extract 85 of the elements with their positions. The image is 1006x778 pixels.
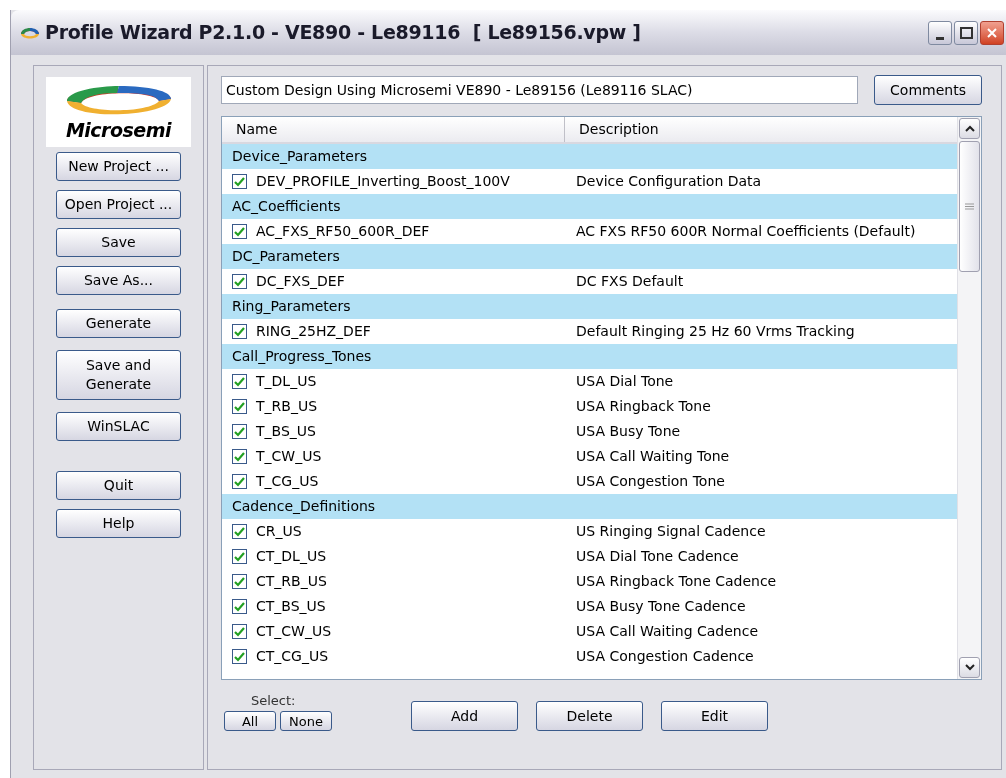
profile-name: DC_FXS_DEF xyxy=(256,272,346,291)
profile-name: T_CW_US xyxy=(256,447,323,466)
profile-name: CT_BS_US xyxy=(256,597,327,616)
profile-description: USA Congestion Tone xyxy=(576,472,725,491)
profile-description: DC FXS Default xyxy=(576,272,684,291)
window-title: Profile Wizard P2.1.0 - VE890 - Le89116 [ Le89156.vpw ] xyxy=(45,20,641,46)
profile-name: CT_RB_US xyxy=(256,572,328,591)
maximize-icon xyxy=(959,26,973,39)
sidebar-button[interactable]: Help xyxy=(56,509,181,538)
group-header[interactable]: Ring_Parameters xyxy=(222,294,957,319)
scroll-up-button[interactable] xyxy=(959,118,980,139)
profile-name: CT_CW_US xyxy=(256,622,333,641)
checkbox[interactable] xyxy=(232,624,247,639)
action-button[interactable]: Delete xyxy=(536,701,643,731)
group-header[interactable]: DC_Parameters xyxy=(222,244,957,269)
profile-description: USA Ringback Tone xyxy=(576,397,711,416)
sidebar-button[interactable]: Save xyxy=(56,228,181,257)
profile-description: USA Call Waiting Tone xyxy=(576,447,730,466)
close-button[interactable] xyxy=(980,20,1004,45)
profile-name: T_DL_US xyxy=(256,372,318,391)
profile-description: USA Ringback Tone Cadence xyxy=(576,572,777,591)
action-button[interactable]: Edit xyxy=(661,701,768,731)
logo-text: Microsemi xyxy=(65,121,172,140)
checkbox[interactable] xyxy=(232,324,247,339)
minimize-icon xyxy=(936,36,944,40)
chevron-down-icon xyxy=(964,664,975,671)
profile-description: USA Dial Tone xyxy=(576,372,674,391)
scroll-down-button[interactable] xyxy=(959,657,980,678)
design-name-field[interactable]: Custom Design Using Microsemi VE890 - Le89156 (Le89116 SLAC) xyxy=(221,76,858,104)
profile-name: CT_DL_US xyxy=(256,547,328,566)
checkbox[interactable] xyxy=(232,649,247,664)
checkbox[interactable] xyxy=(232,449,247,464)
profile-name: CR_US xyxy=(256,522,303,541)
profile-name: T_RB_US xyxy=(256,397,319,416)
sidebar-button[interactable]: Quit xyxy=(56,471,181,500)
column-header[interactable]: Name xyxy=(222,117,565,142)
checkbox[interactable] xyxy=(232,474,247,489)
profile-description: USA Busy Tone Cadence xyxy=(576,597,746,616)
profile-description: USA Call Waiting Cadence xyxy=(576,622,759,641)
close-icon xyxy=(986,26,998,39)
checkbox[interactable] xyxy=(232,424,247,439)
comments-button[interactable]: Comments xyxy=(874,75,982,105)
sidebar-button[interactable]: Generate xyxy=(56,309,181,338)
checkbox[interactable] xyxy=(232,174,247,189)
grip-icon xyxy=(965,203,974,210)
profile-name: RING_25HZ_DEF xyxy=(256,322,372,341)
column-header[interactable]: Description xyxy=(565,117,957,142)
select-button[interactable]: None xyxy=(280,711,332,731)
group-header[interactable]: AC_Coefficients xyxy=(222,194,957,219)
sidebar-button[interactable]: WinSLAC xyxy=(56,412,181,441)
scrollbar[interactable] xyxy=(957,117,981,679)
group-header[interactable]: Call_Progress_Tones xyxy=(222,344,957,369)
checkbox[interactable] xyxy=(232,224,247,239)
profile-name: AC_FXS_RF50_600R_DEF xyxy=(256,222,431,241)
profile-description: Device Configuration Data xyxy=(576,172,762,191)
select-label: Select: xyxy=(251,694,296,707)
profile-description: USA Congestion Cadence xyxy=(576,647,754,666)
checkbox[interactable] xyxy=(232,274,247,289)
checkbox[interactable] xyxy=(232,574,247,589)
sidebar-button[interactable]: New Project ... xyxy=(56,152,181,181)
checkbox[interactable] xyxy=(232,524,247,539)
sidebar-button[interactable]: Save and Generate xyxy=(56,350,181,400)
profile-description: USA Dial Tone Cadence xyxy=(576,547,739,566)
chevron-up-icon xyxy=(964,125,975,132)
sidebar-button[interactable]: Open Project ... xyxy=(56,190,181,219)
profile-description: Default Ringing 25 Hz 60 Vrms Tracking xyxy=(576,322,855,341)
checkbox[interactable] xyxy=(232,599,247,614)
select-button[interactable]: All xyxy=(224,711,276,731)
profile-description: US Ringing Signal Cadence xyxy=(576,522,766,541)
profile-description: AC FXS RF50 600R Normal Coefficients (Default) xyxy=(576,222,916,241)
profile-description: USA Busy Tone xyxy=(576,422,681,441)
checkbox[interactable] xyxy=(232,549,247,564)
sidebar-button[interactable]: Save As... xyxy=(56,266,181,295)
profile-name: T_BS_US xyxy=(256,422,317,441)
group-header[interactable]: Device_Parameters xyxy=(222,144,957,169)
checkbox[interactable] xyxy=(232,399,247,414)
group-header[interactable]: Cadence_Definitions xyxy=(222,494,957,519)
maximize-button[interactable] xyxy=(954,20,978,45)
profile-name: DEV_PROFILE_Inverting_Boost_100V xyxy=(256,172,511,191)
profile-name: T_CG_US xyxy=(256,472,320,491)
minimize-button[interactable] xyxy=(928,20,952,45)
profile-name: CT_CG_US xyxy=(256,647,330,666)
checkbox[interactable] xyxy=(232,374,247,389)
action-button[interactable]: Add xyxy=(411,701,518,731)
scroll-thumb[interactable] xyxy=(959,141,980,272)
